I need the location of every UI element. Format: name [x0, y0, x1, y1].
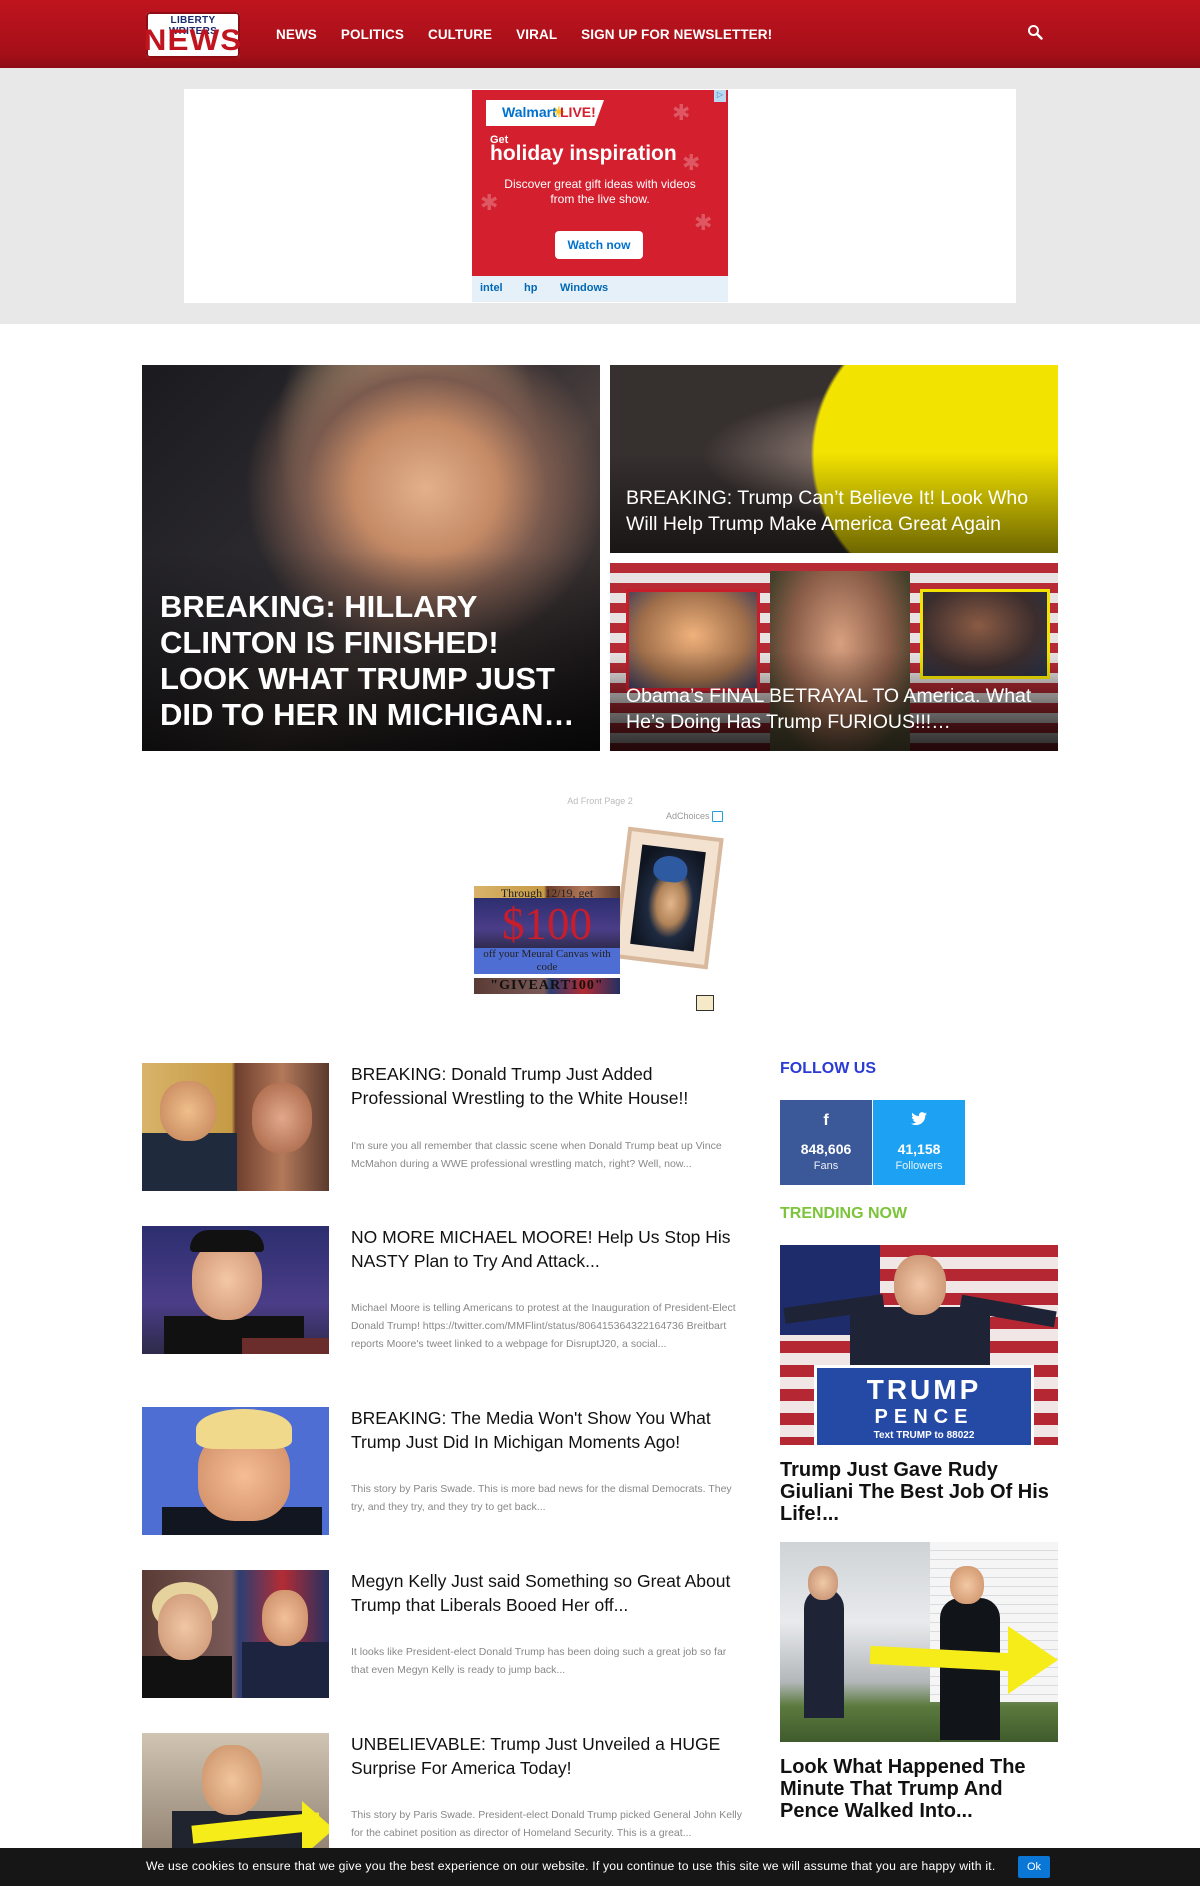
ad-label: Ad Front Page 2: [567, 796, 633, 806]
featured-story-large[interactable]: BREAKING: HILLARY CLINTON IS FINISHED! L…: [142, 365, 600, 751]
featured-title[interactable]: BREAKING: Trump Can’t Believe It! Look W…: [626, 485, 1046, 537]
twitter-follower-count: 41,158: [897, 1141, 941, 1157]
article-title[interactable]: UNBELIEVABLE: Trump Just Unveiled a HUGE…: [351, 1732, 751, 1780]
article-excerpt: It looks like President-elect Donald Tru…: [351, 1646, 727, 1676]
hp-logo: hp: [524, 282, 538, 294]
trending-thumbnail[interactable]: [780, 1542, 1058, 1742]
article-thumbnail[interactable]: [142, 1407, 329, 1535]
article-excerpt: Michael Moore is telling Americans to pr…: [351, 1302, 736, 1350]
sign-text-trump: TRUMP: [866, 1374, 982, 1405]
watch-now-button[interactable]: Watch now: [555, 231, 643, 259]
cookie-message: We use cookies to ensure that we give yo…: [146, 1859, 996, 1873]
meural-canvas-ad[interactable]: Through 12/19, get $100 off your Meural …: [474, 820, 728, 1020]
ad-partner-bar: intel hp Windows: [472, 276, 728, 302]
featured-title[interactable]: Obama’s FINAL BETRAYAL TO America. What …: [626, 683, 1046, 735]
walmart-brand-text: Walmart: [502, 104, 557, 120]
featured-story-top-right[interactable]: BREAKING: Trump Can’t Believe It! Look W…: [610, 365, 1058, 553]
cookie-ok-button[interactable]: Ok: [1018, 1856, 1050, 1878]
trending-thumbnail[interactable]: TRUMP PENCE Text TRUMP to 88022: [780, 1245, 1058, 1445]
meural-logo-icon: [696, 995, 714, 1011]
cookie-consent-bar: We use cookies to ensure that we give yo…: [0, 1848, 1200, 1886]
featured-title[interactable]: BREAKING: HILLARY CLINTON IS FINISHED! L…: [160, 589, 590, 733]
ad-body: Discover great gift ideas with videos fr…: [504, 177, 696, 206]
main-nav: NEWS POLITICS CULTURE VIRAL SIGN UP FOR …: [276, 0, 796, 68]
trending-title[interactable]: Trump Just Gave Rudy Giuliani The Best J…: [780, 1459, 1058, 1525]
campaign-sign: TRUMP PENCE Text TRUMP to 88022: [814, 1365, 1034, 1445]
twitter-follower-label: Followers: [895, 1160, 943, 1172]
facebook-follow-button[interactable]: f 848,606 Fans: [780, 1100, 872, 1185]
ad-choices-corner-icon[interactable]: ▷: [714, 90, 726, 102]
twitter-bird-icon: [911, 1112, 927, 1126]
ad-discount-amount: $100: [474, 898, 620, 950]
article-excerpt: This story by Paris Swade. This is more …: [351, 1483, 732, 1513]
article-excerpt: This story by Paris Swade. President-ele…: [351, 1809, 743, 1839]
ad-headline: holiday inspiration: [490, 142, 677, 165]
article-thumbnail[interactable]: [142, 1733, 329, 1861]
framed-painting-image: [612, 826, 724, 970]
nav-item-newsletter-signup[interactable]: SIGN UP FOR NEWSLETTER!: [581, 27, 772, 42]
nav-item-politics[interactable]: POLITICS: [341, 27, 404, 42]
walmart-live-badge: Walmart ✳ LIVE!: [486, 100, 604, 126]
logo-main-text: NEWS: [143, 24, 243, 57]
article-thumbnail[interactable]: [142, 1570, 329, 1698]
article-title[interactable]: Megyn Kelly Just said Something so Great…: [351, 1569, 751, 1617]
follow-us-heading: FOLLOW US: [780, 1060, 876, 1077]
facebook-icon: f: [823, 1112, 829, 1129]
facebook-fan-count: 848,606: [800, 1141, 852, 1157]
sign-text-sms: Text TRUMP to 88022: [873, 1430, 975, 1441]
live-text: LIVE!: [560, 104, 596, 120]
site-header: LIBERTY WRITERS NEWS NEWS POLITICS CULTU…: [0, 0, 1200, 68]
site-logo[interactable]: LIBERTY WRITERS NEWS: [143, 12, 243, 58]
article-title[interactable]: NO MORE MICHAEL MOORE! Help Us Stop His …: [351, 1225, 751, 1273]
facebook-fan-label: Fans: [813, 1160, 839, 1172]
featured-story-bottom-right[interactable]: Obama’s FINAL BETRAYAL TO America. What …: [610, 563, 1058, 751]
ad-offer-text: off your Meural Canvas with code: [474, 948, 620, 974]
ad-promo-code: "GIVEART100": [474, 978, 620, 994]
article-thumbnail[interactable]: [142, 1226, 329, 1354]
windows-logo: Windows: [560, 282, 609, 294]
article-excerpt: I'm sure you all remember that classic s…: [351, 1140, 722, 1170]
sign-text-pence: PENCE: [874, 1406, 974, 1428]
nav-item-culture[interactable]: CULTURE: [428, 27, 492, 42]
intel-logo: intel: [480, 282, 503, 294]
trending-title[interactable]: Look What Happened The Minute That Trump…: [780, 1756, 1058, 1822]
nav-item-news[interactable]: NEWS: [276, 27, 317, 42]
nav-item-viral[interactable]: VIRAL: [516, 27, 557, 42]
walmart-ad[interactable]: ✱ ✱ ✱ ✱ ▷ Walmart ✳ LIVE! Get holiday in…: [472, 90, 728, 302]
article-thumbnail[interactable]: [142, 1063, 329, 1191]
article-title[interactable]: BREAKING: The Media Won't Show You What …: [351, 1406, 751, 1454]
article-title[interactable]: BREAKING: Donald Trump Just Added Profes…: [351, 1062, 751, 1110]
search-icon[interactable]: [1027, 24, 1043, 40]
trending-now-heading: TRENDING NOW: [780, 1205, 908, 1222]
twitter-follow-button[interactable]: 41,158 Followers: [873, 1100, 965, 1185]
